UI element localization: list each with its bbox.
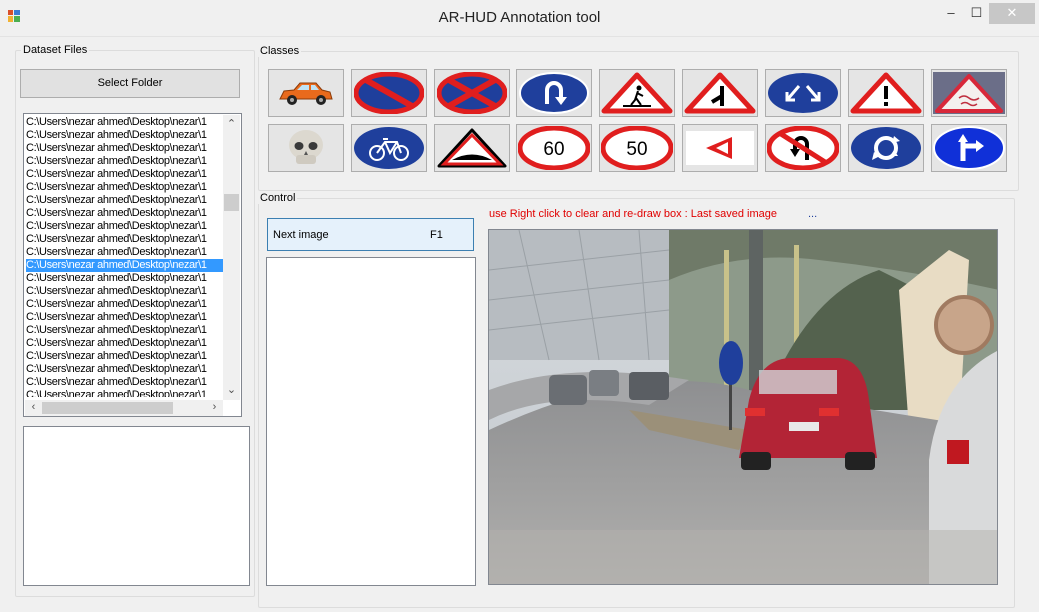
file-list-item[interactable]: C:\Users\nezar ahmed\Desktop\nezar\1 — [26, 142, 224, 155]
file-list-item[interactable]: C:\Users\nezar ahmed\Desktop\nezar\1 — [26, 311, 224, 324]
file-list-item[interactable]: C:\Users\nezar ahmed\Desktop\nezar\1 — [26, 194, 224, 207]
chevron-left-sign-icon — [686, 131, 754, 165]
class-button-speed-50[interactable]: 50 — [599, 124, 675, 172]
no-stopping-sign-icon — [437, 72, 507, 114]
bicycle-sign-icon — [354, 127, 424, 169]
file-list-item[interactable]: C:\Users\nezar ahmed\Desktop\nezar\1 — [26, 337, 224, 350]
file-list-item[interactable]: C:\Users\nezar ahmed\Desktop\nezar\1 — [26, 168, 224, 181]
class-button-no-u-turn[interactable] — [765, 124, 841, 172]
car-icon — [279, 82, 333, 105]
annotation-image-canvas[interactable] — [488, 229, 998, 585]
arabic-text-warning-sign-icon — [933, 72, 1005, 114]
annotation-list[interactable] — [266, 257, 476, 586]
general-warning-sign-icon — [850, 72, 922, 114]
file-list-item[interactable]: C:\Users\nezar ahmed\Desktop\nezar\1 — [26, 272, 224, 285]
junction-warning-sign-icon — [684, 72, 756, 114]
file-list-item[interactable]: C:\Users\nezar ahmed\Desktop\nezar\1 — [26, 181, 224, 194]
window-title: AR-HUD Annotation tool — [438, 9, 601, 26]
close-button[interactable]: ✕ — [989, 3, 1035, 24]
class-button-skull[interactable] — [268, 124, 344, 172]
file-list-item[interactable]: C:\Users\nezar ahmed\Desktop\nezar\1 — [26, 129, 224, 142]
speed-limit-sign-icon: 50 — [601, 126, 673, 170]
file-list-item[interactable]: C:\Users\nezar ahmed\Desktop\nezar\1 — [26, 155, 224, 168]
file-list-item[interactable]: C:\Users\nezar ahmed\Desktop\nezar\1 — [26, 389, 224, 397]
class-button-speed-bump[interactable] — [434, 124, 510, 172]
file-list-item[interactable]: C:\Users\nezar ahmed\Desktop\nezar\1 — [26, 233, 224, 246]
class-button-chevron-left[interactable] — [682, 124, 758, 172]
class-button-car[interactable] — [268, 69, 344, 117]
file-list-item[interactable]: C:\Users\nezar ahmed\Desktop\nezar\1 — [26, 298, 224, 311]
file-details-panel — [23, 426, 250, 586]
vertical-scrollbar[interactable]: ⌃ ⌄ — [223, 115, 240, 400]
maximize-button[interactable]: ☐ — [964, 3, 989, 24]
classes-label: Classes — [258, 45, 302, 57]
file-list-item[interactable]: C:\Users\nezar ahmed\Desktop\nezar\1 — [26, 324, 224, 337]
speed-60-label: 60 — [543, 139, 564, 160]
file-list[interactable]: C:\Users\nezar ahmed\Desktop\nezar\1 C:\U… — [23, 113, 242, 417]
next-image-button[interactable]: Next image F1 — [267, 218, 474, 251]
file-list-rows: C:\Users\nezar ahmed\Desktop\nezar\1 C:\U… — [26, 116, 224, 397]
minimize-button[interactable]: – — [938, 3, 964, 24]
next-image-shortcut: F1 — [430, 229, 443, 241]
pedestrian-crossing-sign-icon — [601, 72, 673, 114]
skull-icon — [289, 130, 323, 164]
scroll-left-icon[interactable]: ‹ — [25, 401, 42, 413]
turn-right-sign-icon — [933, 126, 1005, 170]
class-button-arabic-warning[interactable] — [931, 69, 1007, 117]
file-list-item[interactable]: C:\Users\nezar ahmed\Desktop\nezar\1 — [26, 259, 224, 272]
class-button-no-parking[interactable] — [351, 69, 427, 117]
last-saved-image-text: ... — [808, 208, 818, 220]
street-scene-image — [489, 230, 997, 584]
speed-50-label: 50 — [626, 139, 647, 160]
speed-limit-sign-icon: 60 — [518, 126, 590, 170]
title-bar: AR-HUD Annotation tool – ☐ ✕ — [0, 0, 1039, 37]
file-list-item[interactable]: C:\Users\nezar ahmed\Desktop\nezar\1 — [26, 363, 224, 376]
file-list-item[interactable]: C:\Users\nezar ahmed\Desktop\nezar\1 — [26, 116, 224, 129]
scroll-up-icon[interactable]: ⌃ — [223, 117, 240, 130]
file-list-item[interactable]: C:\Users\nezar ahmed\Desktop\nezar\1 — [26, 350, 224, 363]
no-parking-sign-icon — [354, 72, 424, 114]
vertical-scroll-thumb[interactable] — [224, 194, 239, 211]
file-list-item[interactable]: C:\Users\nezar ahmed\Desktop\nezar\1 — [26, 376, 224, 389]
roundabout-sign-icon — [851, 127, 921, 169]
scroll-right-icon[interactable]: › — [206, 401, 223, 413]
hint-text: use Right click to clear and re-draw box… — [489, 208, 777, 220]
class-button-bicycle[interactable] — [351, 124, 427, 172]
class-button-speed-60[interactable]: 60 — [516, 124, 592, 172]
file-list-item[interactable]: C:\Users\nezar ahmed\Desktop\nezar\1 — [26, 207, 224, 220]
speed-bump-sign-icon — [437, 128, 507, 168]
no-u-turn-sign-icon — [767, 126, 839, 170]
class-button-roundabout[interactable] — [848, 124, 924, 172]
u-turn-sign-icon — [519, 72, 589, 114]
class-button-u-turn[interactable] — [516, 69, 592, 117]
file-list-item[interactable]: C:\Users\nezar ahmed\Desktop\nezar\1 — [26, 246, 224, 259]
dataset-files-label: Dataset Files — [21, 44, 90, 56]
select-folder-button[interactable]: Select Folder — [20, 69, 240, 98]
class-button-turn-right[interactable] — [931, 124, 1007, 172]
horizontal-scrollbar[interactable]: ‹ › — [25, 400, 223, 416]
class-button-diverge[interactable] — [765, 69, 841, 117]
diverge-arrows-sign-icon — [768, 73, 838, 113]
control-label: Control — [258, 192, 298, 204]
class-button-no-stopping[interactable] — [434, 69, 510, 117]
next-image-label: Next image — [273, 229, 329, 241]
file-list-item[interactable]: C:\Users\nezar ahmed\Desktop\nezar\1 — [26, 285, 224, 298]
file-list-item[interactable]: C:\Users\nezar ahmed\Desktop\nezar\1 — [26, 220, 224, 233]
class-button-general-warning[interactable] — [848, 69, 924, 117]
horizontal-scroll-thumb[interactable] — [42, 402, 173, 414]
class-button-junction[interactable] — [682, 69, 758, 117]
class-button-pedestrian[interactable] — [599, 69, 675, 117]
scroll-down-icon[interactable]: ⌄ — [223, 383, 240, 396]
